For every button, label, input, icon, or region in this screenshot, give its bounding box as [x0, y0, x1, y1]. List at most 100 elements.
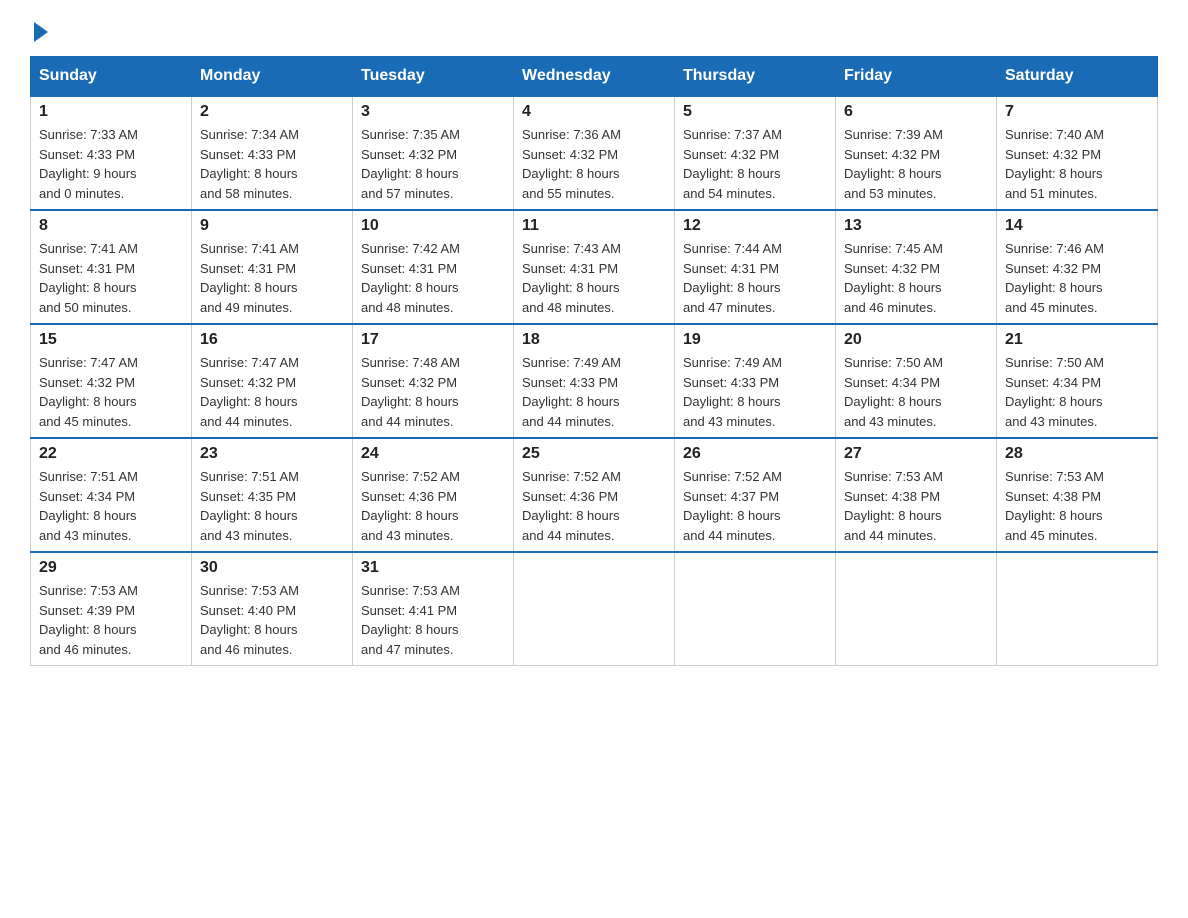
calendar-week-row: 1 Sunrise: 7:33 AMSunset: 4:33 PMDayligh… [31, 96, 1158, 210]
weekday-header-sunday: Sunday [31, 57, 192, 97]
day-number: 11 [522, 217, 666, 235]
day-number: 5 [683, 103, 827, 121]
day-info: Sunrise: 7:53 AMSunset: 4:39 PMDaylight:… [39, 583, 138, 657]
day-number: 30 [200, 559, 344, 577]
calendar-week-row: 15 Sunrise: 7:47 AMSunset: 4:32 PMDaylig… [31, 324, 1158, 438]
calendar-table: SundayMondayTuesdayWednesdayThursdayFrid… [30, 56, 1158, 666]
day-info: Sunrise: 7:42 AMSunset: 4:31 PMDaylight:… [361, 241, 460, 315]
calendar-cell: 29 Sunrise: 7:53 AMSunset: 4:39 PMDaylig… [31, 552, 192, 666]
day-info: Sunrise: 7:36 AMSunset: 4:32 PMDaylight:… [522, 127, 621, 201]
calendar-cell: 24 Sunrise: 7:52 AMSunset: 4:36 PMDaylig… [353, 438, 514, 552]
weekday-header-thursday: Thursday [675, 57, 836, 97]
day-info: Sunrise: 7:39 AMSunset: 4:32 PMDaylight:… [844, 127, 943, 201]
weekday-header-tuesday: Tuesday [353, 57, 514, 97]
day-info: Sunrise: 7:35 AMSunset: 4:32 PMDaylight:… [361, 127, 460, 201]
day-number: 17 [361, 331, 505, 349]
day-info: Sunrise: 7:43 AMSunset: 4:31 PMDaylight:… [522, 241, 621, 315]
day-info: Sunrise: 7:52 AMSunset: 4:36 PMDaylight:… [361, 469, 460, 543]
day-info: Sunrise: 7:53 AMSunset: 4:38 PMDaylight:… [844, 469, 943, 543]
day-number: 27 [844, 445, 988, 463]
calendar-cell: 10 Sunrise: 7:42 AMSunset: 4:31 PMDaylig… [353, 210, 514, 324]
day-info: Sunrise: 7:41 AMSunset: 4:31 PMDaylight:… [39, 241, 138, 315]
calendar-cell [675, 552, 836, 666]
calendar-cell: 5 Sunrise: 7:37 AMSunset: 4:32 PMDayligh… [675, 96, 836, 210]
calendar-cell: 25 Sunrise: 7:52 AMSunset: 4:36 PMDaylig… [514, 438, 675, 552]
day-info: Sunrise: 7:53 AMSunset: 4:38 PMDaylight:… [1005, 469, 1104, 543]
day-number: 6 [844, 103, 988, 121]
day-number: 1 [39, 103, 183, 121]
day-number: 23 [200, 445, 344, 463]
day-info: Sunrise: 7:47 AMSunset: 4:32 PMDaylight:… [39, 355, 138, 429]
day-number: 8 [39, 217, 183, 235]
weekday-header-row: SundayMondayTuesdayWednesdayThursdayFrid… [31, 57, 1158, 97]
calendar-cell: 6 Sunrise: 7:39 AMSunset: 4:32 PMDayligh… [836, 96, 997, 210]
day-number: 13 [844, 217, 988, 235]
day-number: 15 [39, 331, 183, 349]
calendar-cell: 8 Sunrise: 7:41 AMSunset: 4:31 PMDayligh… [31, 210, 192, 324]
day-info: Sunrise: 7:40 AMSunset: 4:32 PMDaylight:… [1005, 127, 1104, 201]
calendar-cell: 15 Sunrise: 7:47 AMSunset: 4:32 PMDaylig… [31, 324, 192, 438]
day-number: 4 [522, 103, 666, 121]
day-number: 16 [200, 331, 344, 349]
day-info: Sunrise: 7:46 AMSunset: 4:32 PMDaylight:… [1005, 241, 1104, 315]
day-number: 28 [1005, 445, 1149, 463]
calendar-cell: 13 Sunrise: 7:45 AMSunset: 4:32 PMDaylig… [836, 210, 997, 324]
day-number: 22 [39, 445, 183, 463]
day-number: 31 [361, 559, 505, 577]
calendar-cell: 4 Sunrise: 7:36 AMSunset: 4:32 PMDayligh… [514, 96, 675, 210]
calendar-cell [514, 552, 675, 666]
calendar-cell: 30 Sunrise: 7:53 AMSunset: 4:40 PMDaylig… [192, 552, 353, 666]
calendar-cell: 26 Sunrise: 7:52 AMSunset: 4:37 PMDaylig… [675, 438, 836, 552]
day-info: Sunrise: 7:47 AMSunset: 4:32 PMDaylight:… [200, 355, 299, 429]
calendar-cell: 2 Sunrise: 7:34 AMSunset: 4:33 PMDayligh… [192, 96, 353, 210]
logo [30, 20, 48, 38]
day-number: 9 [200, 217, 344, 235]
day-info: Sunrise: 7:34 AMSunset: 4:33 PMDaylight:… [200, 127, 299, 201]
page-header [30, 20, 1158, 38]
day-number: 24 [361, 445, 505, 463]
calendar-cell: 28 Sunrise: 7:53 AMSunset: 4:38 PMDaylig… [997, 438, 1158, 552]
calendar-cell: 20 Sunrise: 7:50 AMSunset: 4:34 PMDaylig… [836, 324, 997, 438]
calendar-cell: 7 Sunrise: 7:40 AMSunset: 4:32 PMDayligh… [997, 96, 1158, 210]
calendar-cell: 11 Sunrise: 7:43 AMSunset: 4:31 PMDaylig… [514, 210, 675, 324]
day-info: Sunrise: 7:50 AMSunset: 4:34 PMDaylight:… [1005, 355, 1104, 429]
day-number: 20 [844, 331, 988, 349]
weekday-header-monday: Monday [192, 57, 353, 97]
day-number: 19 [683, 331, 827, 349]
calendar-cell [836, 552, 997, 666]
day-number: 25 [522, 445, 666, 463]
calendar-cell: 16 Sunrise: 7:47 AMSunset: 4:32 PMDaylig… [192, 324, 353, 438]
day-info: Sunrise: 7:53 AMSunset: 4:41 PMDaylight:… [361, 583, 460, 657]
weekday-header-friday: Friday [836, 57, 997, 97]
day-info: Sunrise: 7:51 AMSunset: 4:34 PMDaylight:… [39, 469, 138, 543]
day-number: 26 [683, 445, 827, 463]
day-info: Sunrise: 7:45 AMSunset: 4:32 PMDaylight:… [844, 241, 943, 315]
calendar-cell: 22 Sunrise: 7:51 AMSunset: 4:34 PMDaylig… [31, 438, 192, 552]
day-number: 18 [522, 331, 666, 349]
day-info: Sunrise: 7:53 AMSunset: 4:40 PMDaylight:… [200, 583, 299, 657]
calendar-cell: 21 Sunrise: 7:50 AMSunset: 4:34 PMDaylig… [997, 324, 1158, 438]
calendar-cell: 9 Sunrise: 7:41 AMSunset: 4:31 PMDayligh… [192, 210, 353, 324]
day-info: Sunrise: 7:50 AMSunset: 4:34 PMDaylight:… [844, 355, 943, 429]
day-info: Sunrise: 7:44 AMSunset: 4:31 PMDaylight:… [683, 241, 782, 315]
calendar-cell: 31 Sunrise: 7:53 AMSunset: 4:41 PMDaylig… [353, 552, 514, 666]
calendar-cell: 18 Sunrise: 7:49 AMSunset: 4:33 PMDaylig… [514, 324, 675, 438]
day-number: 2 [200, 103, 344, 121]
day-number: 3 [361, 103, 505, 121]
day-info: Sunrise: 7:37 AMSunset: 4:32 PMDaylight:… [683, 127, 782, 201]
day-info: Sunrise: 7:33 AMSunset: 4:33 PMDaylight:… [39, 127, 138, 201]
day-number: 21 [1005, 331, 1149, 349]
calendar-week-row: 22 Sunrise: 7:51 AMSunset: 4:34 PMDaylig… [31, 438, 1158, 552]
day-number: 12 [683, 217, 827, 235]
day-info: Sunrise: 7:49 AMSunset: 4:33 PMDaylight:… [522, 355, 621, 429]
calendar-cell: 12 Sunrise: 7:44 AMSunset: 4:31 PMDaylig… [675, 210, 836, 324]
day-number: 7 [1005, 103, 1149, 121]
calendar-week-row: 8 Sunrise: 7:41 AMSunset: 4:31 PMDayligh… [31, 210, 1158, 324]
weekday-header-wednesday: Wednesday [514, 57, 675, 97]
day-number: 10 [361, 217, 505, 235]
calendar-cell: 19 Sunrise: 7:49 AMSunset: 4:33 PMDaylig… [675, 324, 836, 438]
calendar-week-row: 29 Sunrise: 7:53 AMSunset: 4:39 PMDaylig… [31, 552, 1158, 666]
calendar-cell: 1 Sunrise: 7:33 AMSunset: 4:33 PMDayligh… [31, 96, 192, 210]
calendar-cell: 17 Sunrise: 7:48 AMSunset: 4:32 PMDaylig… [353, 324, 514, 438]
day-info: Sunrise: 7:48 AMSunset: 4:32 PMDaylight:… [361, 355, 460, 429]
